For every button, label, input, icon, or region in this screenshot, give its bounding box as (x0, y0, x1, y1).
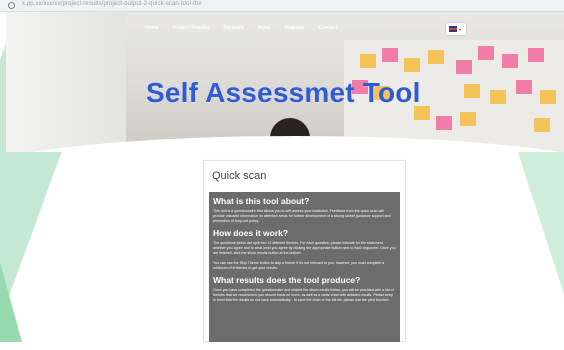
decorative-green-triangle (0, 262, 22, 342)
sticky-note (360, 54, 376, 68)
nav-item-home[interactable]: Home (145, 25, 159, 31)
sticky-note (460, 112, 476, 126)
section-text: The questions below are split into 12 di… (213, 241, 396, 256)
page-title: Self Assessmet Tool (146, 77, 421, 108)
nav-item-contact[interactable]: Contact (319, 25, 338, 31)
nav-item-register[interactable]: Register (285, 25, 305, 31)
uk-flag-icon (449, 26, 457, 32)
sticky-note (428, 50, 444, 64)
nav-item-news[interactable]: News (258, 25, 271, 31)
sticky-note (534, 118, 550, 132)
browser-address-bar[interactable]: x.pp.xx/xxx/xx/project-results/project-o… (0, 0, 564, 12)
url-text[interactable]: x.pp.xx/xxx/xx/project-results/project-o… (22, 1, 201, 7)
sticky-note (456, 60, 472, 74)
main-navigation: Home Project Results Partners News Regis… (145, 25, 337, 31)
section-text: You can use the Skip Theme button to ski… (213, 260, 385, 270)
sticky-note (382, 48, 398, 62)
info-icon[interactable] (8, 2, 15, 9)
section-heading: How does it work? (213, 228, 289, 239)
sticky-note (436, 116, 452, 130)
sticky-note (502, 54, 518, 68)
nav-item-project-results[interactable]: Project Results (173, 25, 209, 31)
sticky-note (404, 58, 420, 72)
hero-background-wall (6, 12, 126, 152)
sticky-note (478, 46, 494, 60)
section-text: This tool is a questionnaire that allows… (213, 209, 391, 224)
sticky-note (464, 84, 480, 98)
card-title: Quick scan (212, 170, 267, 182)
info-panel: What is this tool about? This tool is a … (209, 192, 400, 342)
sticky-note (528, 48, 544, 62)
sticky-note (490, 90, 506, 104)
chevron-down-icon: ▾ (459, 27, 462, 32)
section-heading: What is this tool about? (213, 196, 310, 206)
section-text: Once you have completed the questionnair… (213, 287, 394, 302)
sticky-note (540, 90, 556, 104)
language-selector[interactable]: ▾ (446, 23, 466, 35)
section-heading: What results does the tool produce? (213, 274, 361, 285)
sticky-note (516, 80, 532, 94)
nav-item-partners[interactable]: Partners (223, 25, 243, 31)
